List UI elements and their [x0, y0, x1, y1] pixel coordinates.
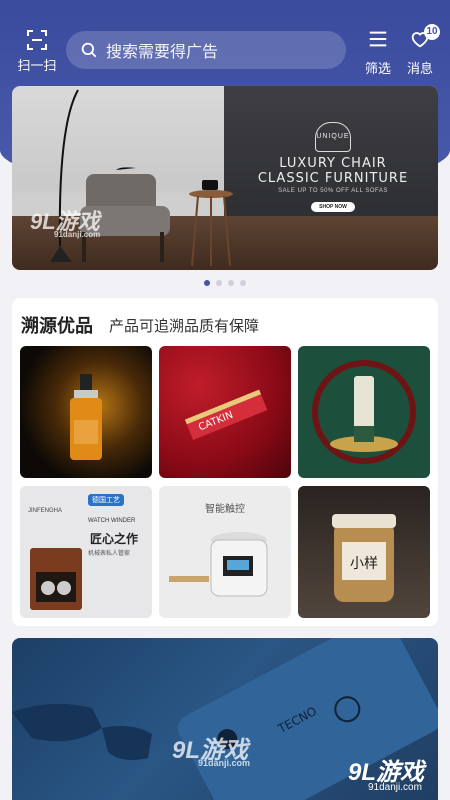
- product-tile-watch-winder[interactable]: JINFENGHA 德国工艺 WATCH WINDER 匠心之作 机械表私人管家: [20, 486, 152, 618]
- floor-lamp-image: [50, 89, 79, 262]
- carousel-dot[interactable]: [204, 280, 210, 286]
- cream-tube-image: [312, 360, 416, 464]
- watermark-site-bottom: 91danji.com: [198, 758, 251, 768]
- watch-winder-cn: 匠心之作: [90, 532, 139, 546]
- filter-button[interactable]: 筛选: [358, 28, 398, 77]
- serum-bottle-image: [70, 374, 102, 460]
- carousel-dot[interactable]: [216, 280, 222, 286]
- banner-text: UNIQUE LUXURY CHAIR CLASSIC FURNITURE SA…: [238, 122, 428, 213]
- watch-winder-tag: 德国工艺: [88, 494, 124, 506]
- corner-watermark-site: 91danji.com: [368, 782, 422, 793]
- banner-headline-1: LUXURY CHAIR: [279, 156, 387, 171]
- banner-sale-text: SALE UP TO 50% OFF ALL SOFAS: [278, 188, 388, 194]
- message-badge: 10: [424, 24, 440, 40]
- promo-banner[interactable]: UNIQUE LUXURY CHAIR CLASSIC FURNITURE SA…: [12, 86, 438, 270]
- scan-button[interactable]: 扫一扫: [14, 28, 60, 74]
- watch-winder-en: WATCH WINDER: [88, 518, 136, 524]
- carousel-dot[interactable]: [240, 280, 246, 286]
- product-tile-lipstick[interactable]: CATKIN: [159, 346, 291, 478]
- product-tile-sauce[interactable]: 小样: [298, 486, 430, 618]
- traceable-products-section: 溯源优品 产品可追溯品质有保障 CATKIN JINFENGHA 德国工艺 WA…: [12, 298, 438, 626]
- menu-icon: [369, 31, 387, 47]
- banner-headline-2: CLASSIC FURNITURE: [257, 171, 409, 186]
- section-title: 溯源优品: [21, 316, 93, 337]
- sauce-jar-image: 小样: [332, 514, 396, 602]
- watch-winder-sub: 机械表私人管家: [88, 550, 131, 557]
- watermark-site: 91danji.com: [54, 230, 101, 239]
- product-tile-serum[interactable]: [20, 346, 152, 478]
- message-label: 消息: [406, 62, 433, 77]
- sauce-jar-label: 小样: [350, 556, 378, 572]
- product-tile-cream[interactable]: [298, 346, 430, 478]
- scan-label: 扫一扫: [17, 59, 57, 74]
- carousel-dot[interactable]: [228, 280, 234, 286]
- rice-cooker-image: [169, 532, 268, 597]
- search-input[interactable]: 搜索需要得广告: [66, 31, 346, 69]
- filter-label: 筛选: [364, 62, 391, 77]
- section-subtitle: 产品可追溯品质有保障: [109, 317, 260, 335]
- search-placeholder: 搜索需要得广告: [106, 42, 219, 61]
- brand-seal: UNIQUE: [315, 122, 351, 152]
- message-button[interactable]: 10 消息: [400, 24, 440, 77]
- side-table-image: [189, 180, 233, 267]
- watch-box-image: [30, 548, 82, 610]
- shop-now-button[interactable]: SHOP NOW: [311, 202, 355, 212]
- search-icon: [81, 42, 97, 58]
- lipstick-image: CATKIN: [184, 389, 268, 440]
- product-tile-cooker[interactable]: 智能触控: [159, 486, 291, 618]
- cooker-caption: 智能触控: [205, 504, 245, 515]
- watch-winder-brand: JINFENGHA: [28, 508, 63, 514]
- top-bar: 扫一扫 搜索需要得广告 筛选 10 消息: [0, 22, 450, 78]
- scan-icon: [27, 30, 47, 50]
- carousel-indicator: [0, 280, 450, 286]
- bottom-promo-banner[interactable]: TECNO 9L游戏 91danji.com 9L游戏 91danji.com: [12, 638, 438, 800]
